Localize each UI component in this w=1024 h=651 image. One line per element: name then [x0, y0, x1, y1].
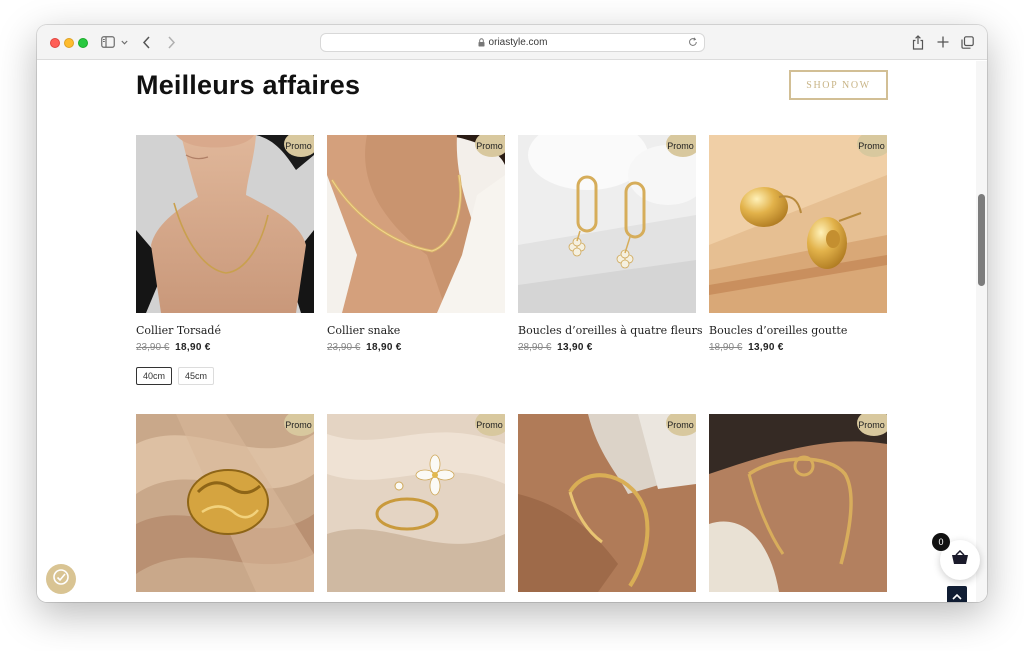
sale-price: 13,90 €: [748, 342, 784, 353]
product-card[interactable]: Promo ! Collier Torsadé 23,90 € 18,90 € …: [136, 135, 314, 385]
page-title: Meilleurs affaires: [136, 70, 361, 100]
plus-icon[interactable]: [937, 34, 949, 50]
sidebar-icon[interactable]: [101, 34, 115, 50]
chevron-down-icon[interactable]: [121, 34, 128, 50]
product-card[interactable]: Promo ! Collier snake 23,90 € 18,90 €: [327, 135, 505, 353]
page-content: Meilleurs affaires SHOP NOW Promo ! Coll…: [37, 61, 987, 602]
cart-count-badge: 0: [932, 533, 950, 551]
old-price: 23,90 €: [327, 342, 361, 353]
product-name[interactable]: Boucles d’oreilles goutte: [709, 324, 887, 337]
product-image[interactable]: Promo !: [136, 135, 314, 313]
forward-icon[interactable]: [167, 34, 176, 50]
product-image[interactable]: Promo !: [709, 414, 887, 592]
browser-window: oriastyle.com Meilleurs affaires SHOP NO…: [37, 25, 987, 602]
product-price: 28,90 € 13,90 €: [518, 342, 696, 353]
old-price: 23,90 €: [136, 342, 170, 353]
product-price: 18,90 € 13,90 €: [709, 342, 887, 353]
product-card[interactable]: Promo !: [709, 414, 887, 592]
product-name[interactable]: Collier Torsadé: [136, 324, 314, 337]
size-option-40cm[interactable]: 40cm: [136, 367, 173, 385]
close-window-button[interactable]: [50, 38, 60, 48]
product-image[interactable]: Promo !: [518, 414, 696, 592]
product-image[interactable]: Promo !: [327, 135, 505, 313]
reload-icon[interactable]: [688, 37, 698, 47]
product-card[interactable]: Promo !: [518, 414, 696, 592]
product-image[interactable]: Promo !: [518, 135, 696, 313]
old-price: 18,90 €: [709, 342, 743, 353]
minimize-window-button[interactable]: [64, 38, 74, 48]
sale-price: 18,90 €: [175, 342, 211, 353]
product-card[interactable]: Promo !: [136, 414, 314, 592]
scrollbar-track[interactable]: [976, 61, 987, 602]
sale-price: 18,90 €: [366, 342, 402, 353]
url-text: oriastyle.com: [488, 37, 548, 48]
product-card[interactable]: Promo ! Boucles d’oreilles à quatre fleu…: [518, 135, 703, 353]
product-name[interactable]: Boucles d’oreilles à quatre fleurs: [518, 324, 703, 337]
size-option-45cm[interactable]: 45cm: [178, 367, 215, 385]
product-image[interactable]: Promo !: [136, 414, 314, 592]
arrow-up-icon: [952, 587, 962, 602]
shop-now-button[interactable]: SHOP NOW: [789, 70, 888, 100]
product-price: 23,90 € 18,90 €: [136, 342, 314, 353]
accessibility-button[interactable]: [46, 564, 76, 594]
zoom-window-button[interactable]: [78, 38, 88, 48]
accessibility-icon: [51, 567, 71, 592]
lock-icon: [478, 38, 485, 47]
back-to-top-button[interactable]: [947, 586, 967, 602]
browser-toolbar: oriastyle.com: [37, 25, 987, 60]
product-card[interactable]: Promo !: [327, 414, 505, 592]
back-icon[interactable]: [142, 34, 151, 50]
product-name[interactable]: Collier snake: [327, 324, 505, 337]
cart-icon: [951, 549, 969, 570]
share-icon[interactable]: [912, 34, 924, 50]
scrollbar-thumb[interactable]: [978, 194, 985, 286]
sale-price: 13,90 €: [557, 342, 593, 353]
tabs-icon[interactable]: [961, 34, 974, 50]
product-image[interactable]: Promo !: [709, 135, 887, 313]
product-price: 23,90 € 18,90 €: [327, 342, 505, 353]
address-bar[interactable]: oriastyle.com: [320, 33, 705, 52]
product-image[interactable]: Promo !: [327, 414, 505, 592]
product-card[interactable]: Promo ! Boucles d’oreilles goutte 18,90 …: [709, 135, 887, 353]
old-price: 28,90 €: [518, 342, 552, 353]
size-options: 40cm 45cm: [136, 367, 314, 385]
